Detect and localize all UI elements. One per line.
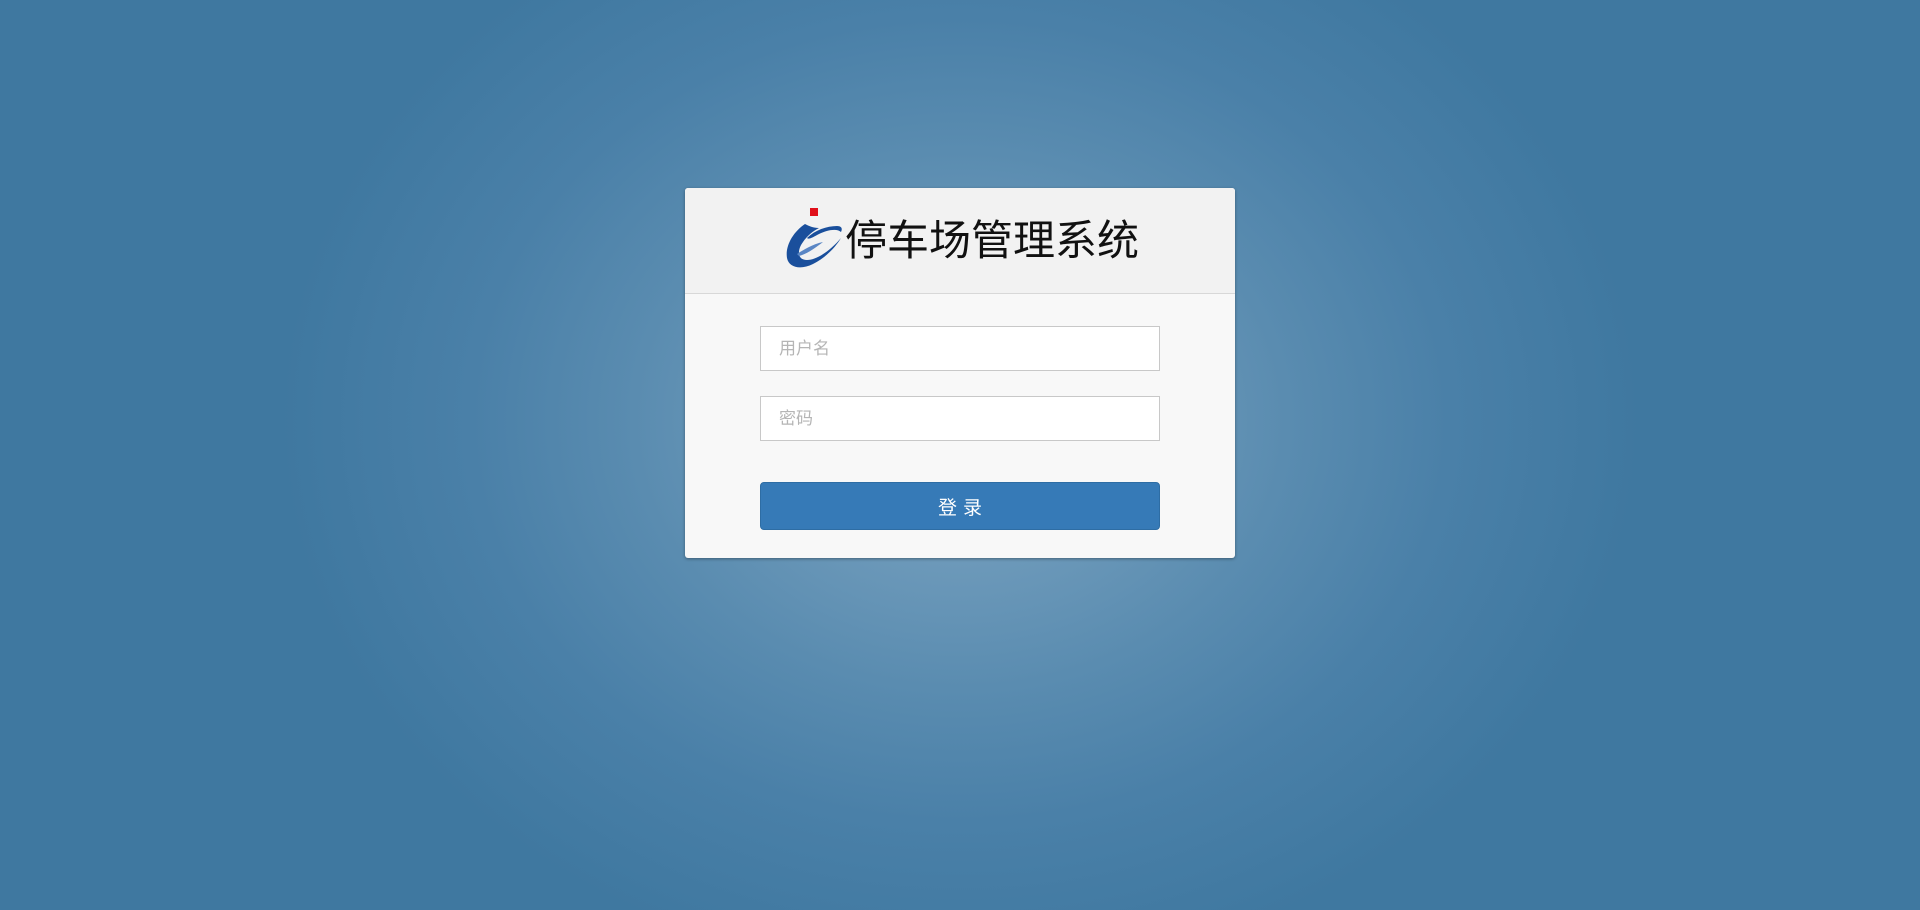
username-input[interactable] [760, 326, 1160, 371]
login-card: 停车场管理系统 登录 [685, 188, 1235, 558]
password-input[interactable] [760, 396, 1160, 441]
system-title: 停车场管理系统 [845, 216, 1140, 265]
swoosh-logo-icon [786, 208, 842, 268]
card-header: 停车场管理系统 [685, 188, 1235, 294]
login-button[interactable]: 登录 [760, 482, 1160, 530]
